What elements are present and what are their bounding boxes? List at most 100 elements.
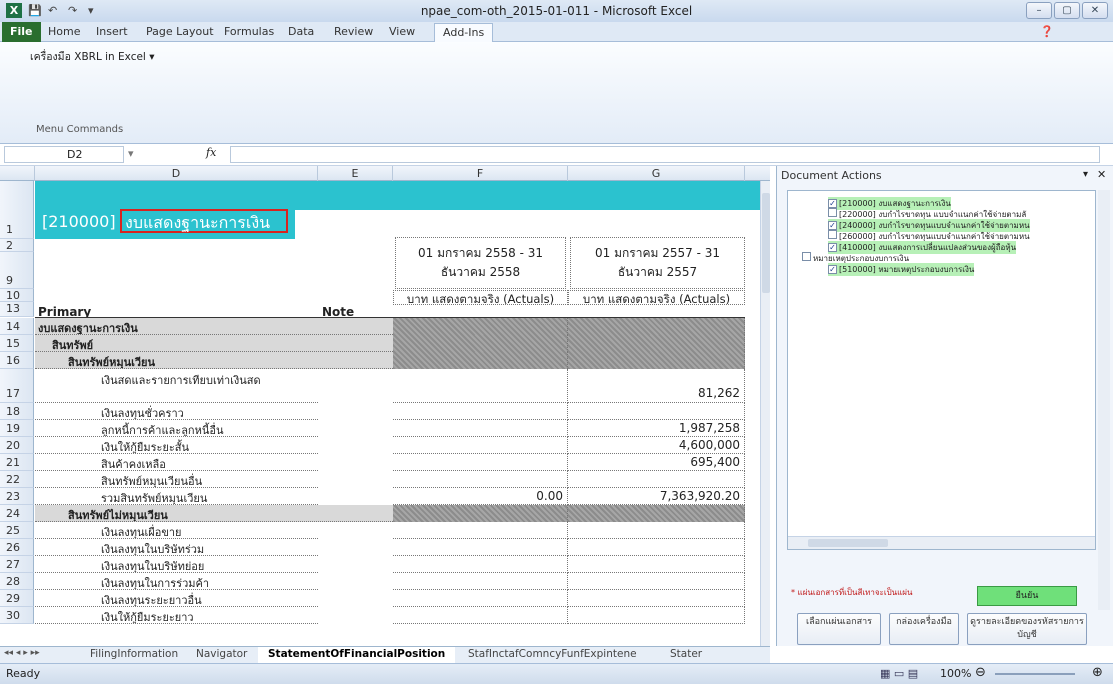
- row-header[interactable]: 18: [0, 403, 34, 420]
- row-header[interactable]: 15: [0, 335, 34, 352]
- row-header[interactable]: 17: [0, 369, 34, 403]
- row-header[interactable]: 24: [0, 505, 34, 522]
- value-cell-f[interactable]: [393, 352, 568, 369]
- value-cell-g[interactable]: 81,262: [568, 369, 745, 403]
- value-cell-f[interactable]: [393, 590, 568, 607]
- row-label[interactable]: เงินสดและรายการเทียบเท่าเงินสด: [35, 369, 318, 403]
- scrollbar-thumb[interactable]: [762, 193, 770, 293]
- tab-page-layout[interactable]: Page Layout: [146, 25, 214, 38]
- tree-checkbox[interactable]: ✓: [828, 221, 837, 230]
- value-cell-f[interactable]: [393, 471, 568, 488]
- sheet-tab-statement-of-financial-position[interactable]: StatementOfFinancialPosition: [258, 647, 456, 663]
- tree-scrollbar-thumb[interactable]: [808, 539, 888, 547]
- value-cell-g[interactable]: [568, 318, 745, 335]
- row-label[interactable]: เงินให้กู้ยืมระยะสั้น: [35, 437, 318, 454]
- row-label[interactable]: เงินลงทุนชั่วคราว: [35, 403, 318, 420]
- sheet-nav-icon[interactable]: ◂◂ ◂ ▸ ▸▸: [4, 648, 40, 658]
- row-label[interactable]: สินทรัพย์ไม่หมุนเวียน: [35, 505, 393, 522]
- row-header[interactable]: 14: [0, 318, 34, 335]
- row-header[interactable]: 25: [0, 522, 34, 539]
- value-cell-f[interactable]: [393, 505, 568, 522]
- value-cell-g[interactable]: [568, 539, 745, 556]
- vertical-scrollbar[interactable]: [760, 181, 770, 646]
- tab-review[interactable]: Review: [334, 25, 373, 38]
- name-box-dropdown-icon[interactable]: ▾: [128, 147, 134, 160]
- row-header[interactable]: 19: [0, 420, 34, 437]
- row-label[interactable]: สินค้าคงเหลือ: [35, 454, 318, 471]
- value-cell-f[interactable]: [393, 403, 568, 420]
- row-label[interactable]: งบแสดงฐานะการเงิน: [35, 318, 393, 335]
- zoom-level[interactable]: 100%: [940, 667, 971, 680]
- value-cell-f[interactable]: [393, 369, 568, 403]
- sheet-tab-staf[interactable]: StafInctafComncyFunfExpintene: [458, 647, 647, 663]
- tree-checkbox[interactable]: [828, 230, 837, 239]
- tree-checkbox[interactable]: ✓: [828, 243, 837, 252]
- pane-close-icon[interactable]: ✕: [1097, 168, 1106, 181]
- row-header[interactable]: 26: [0, 539, 34, 556]
- maximize-button[interactable]: ▢: [1054, 2, 1080, 19]
- value-cell-g[interactable]: [568, 403, 745, 420]
- value-cell-g[interactable]: 7,363,920.20: [568, 488, 745, 505]
- value-cell-f[interactable]: [393, 522, 568, 539]
- value-cell-g[interactable]: 1,987,258: [568, 420, 745, 437]
- value-cell-g[interactable]: [568, 352, 745, 369]
- value-cell-g[interactable]: [568, 556, 745, 573]
- tab-insert[interactable]: Insert: [96, 25, 128, 38]
- tab-file[interactable]: File: [2, 22, 41, 42]
- value-cell-f[interactable]: [393, 539, 568, 556]
- tree-checkbox[interactable]: ✓: [828, 265, 837, 274]
- tree-checkbox[interactable]: [828, 208, 837, 217]
- zoom-slider[interactable]: [995, 673, 1075, 675]
- formula-input[interactable]: [230, 146, 1100, 163]
- value-cell-g[interactable]: [568, 505, 745, 522]
- column-header-f[interactable]: F: [393, 166, 568, 181]
- function-icon[interactable]: fx: [206, 146, 216, 159]
- row-header[interactable]: 23: [0, 488, 34, 505]
- zoom-out-icon[interactable]: ⊖: [975, 665, 986, 680]
- tab-data[interactable]: Data: [288, 25, 314, 38]
- tree-horizontal-scrollbar[interactable]: [788, 536, 1095, 549]
- worksheet-grid[interactable]: 1 2 9 10 13 [210000] งบแสดงฐานะการเงิน 0…: [0, 181, 770, 646]
- minimize-button[interactable]: –: [1026, 2, 1052, 19]
- value-cell-g[interactable]: 695,400: [568, 454, 745, 471]
- tab-add-ins[interactable]: Add-Ins: [434, 23, 494, 43]
- confirm-button[interactable]: ยืนยัน: [977, 586, 1077, 606]
- row-header[interactable]: 1: [0, 181, 34, 239]
- select-sheet-button[interactable]: เลือกแผ่นเอกสาร: [797, 613, 881, 645]
- value-cell-f[interactable]: [393, 437, 568, 454]
- row-label[interactable]: เงินลงทุนเผื่อขาย: [35, 522, 318, 539]
- column-header-d[interactable]: D: [35, 166, 318, 181]
- tree-item[interactable]: ✓ [510000] หมายเหตุประกอบงบการเงิน: [828, 263, 975, 276]
- pane-menu-icon[interactable]: ▾: [1083, 169, 1088, 180]
- value-cell-f[interactable]: [393, 607, 568, 624]
- tree-checkbox[interactable]: [802, 252, 811, 261]
- zoom-in-icon[interactable]: ⊕: [1092, 665, 1103, 680]
- row-label[interactable]: เงินลงทุนในบริษัทร่วม: [35, 539, 318, 556]
- row-label[interactable]: เงินให้กู้ยืมระยะยาว: [35, 607, 318, 624]
- column-header-g[interactable]: G: [568, 166, 745, 181]
- row-header[interactable]: 16: [0, 352, 34, 369]
- row-label[interactable]: สินทรัพย์หมุนเวียน: [35, 352, 393, 369]
- value-cell-g[interactable]: 4,600,000: [568, 437, 745, 454]
- row-label[interactable]: สินทรัพย์: [35, 335, 393, 352]
- toolbox-button[interactable]: กล่องเครื่องมือ: [889, 613, 959, 645]
- value-cell-f[interactable]: 0.00: [393, 488, 568, 505]
- row-header[interactable]: 22: [0, 471, 34, 488]
- row-header[interactable]: 27: [0, 556, 34, 573]
- sheet-tab-stater[interactable]: Stater: [660, 647, 712, 663]
- row-label[interactable]: สินทรัพย์หมุนเวียนอื่น: [35, 471, 318, 488]
- value-cell-f[interactable]: [393, 318, 568, 335]
- tab-home[interactable]: Home: [48, 25, 80, 38]
- value-cell-g[interactable]: [568, 335, 745, 352]
- row-header[interactable]: 21: [0, 454, 34, 471]
- view-buttons-icon[interactable]: ▦ ▭ ▤: [880, 667, 918, 680]
- value-cell-g[interactable]: [568, 607, 745, 624]
- account-code-details-button[interactable]: ดูรายละเอียดของรหัสรายการบัญชี: [967, 613, 1087, 645]
- value-cell-g[interactable]: [568, 522, 745, 539]
- sheet-tab-navigator[interactable]: Navigator: [186, 647, 257, 663]
- value-cell-f[interactable]: [393, 573, 568, 590]
- value-cell-f[interactable]: [393, 556, 568, 573]
- value-cell-g[interactable]: [568, 573, 745, 590]
- row-header[interactable]: 13: [0, 302, 34, 317]
- row-header[interactable]: 20: [0, 437, 34, 454]
